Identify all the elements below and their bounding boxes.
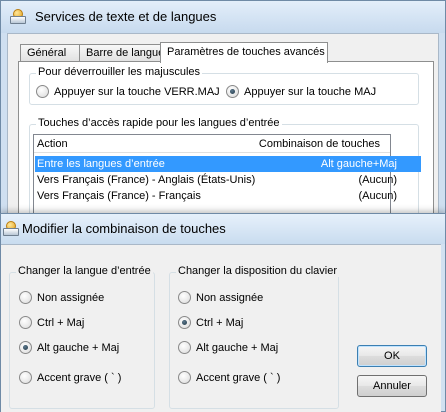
radio-lang-left-alt-shift[interactable]: Alt gauche + Maj <box>19 341 119 354</box>
radio-lang-grave-accent[interactable]: Accent grave ( ` ) <box>19 371 121 384</box>
caps-lock-group: Pour déverrouiller les majuscules Appuye… <box>29 66 419 105</box>
radio-layout-none[interactable]: Non assignée <box>178 291 263 304</box>
radio-selected-icon <box>226 85 239 98</box>
radio-label: Ctrl + Maj <box>37 316 85 329</box>
keyboard-layout-group: Changer la disposition du clavier Non as… <box>169 265 339 409</box>
title-bar[interactable]: Services de texte et de langues <box>1 1 445 33</box>
tab-language-bar[interactable]: Barre de langue <box>79 44 164 62</box>
input-language-group: Changer la langue d’entrée Non assignée … <box>9 265 155 409</box>
radio-layout-ctrl-shift[interactable]: Ctrl + Maj <box>178 316 243 329</box>
radio-label: Alt gauche + Maj <box>37 341 120 354</box>
radio-unselected-icon <box>178 371 191 384</box>
window-body: Général Barre de langue Paramètres de to… <box>7 33 439 236</box>
list-header: Action Combinaison de touches <box>34 135 390 153</box>
row-action: Vers Français (France) - Anglais (États-… <box>37 174 256 186</box>
keyboard-globe-icon <box>2 221 20 237</box>
radio-unselected-icon <box>19 316 32 329</box>
dialog-title: Modifier la combinaison de touches <box>22 221 226 236</box>
radio-lang-ctrl-shift[interactable]: Ctrl + Maj <box>19 316 84 329</box>
radio-unselected-icon <box>178 291 191 304</box>
radio-label: Accent grave ( ` ) <box>37 371 122 384</box>
row-combo: (Aucun) <box>358 174 397 186</box>
table-row[interactable]: Entre les langues d’entrée Alt gauche+Ma… <box>35 156 421 172</box>
radio-label: Accent grave ( ` ) <box>196 371 281 384</box>
tab-advanced-key-settings[interactable]: Paramètres de touches avancés <box>160 42 328 63</box>
cancel-button[interactable]: Annuler <box>357 375 427 397</box>
radio-label: Alt gauche + Maj <box>196 341 279 354</box>
table-row[interactable]: Vers Français (France) - Français (Aucun… <box>35 188 421 204</box>
keyboard-layout-group-title: Changer la disposition du clavier <box>176 265 339 277</box>
radio-selected-icon <box>178 316 191 329</box>
radio-unselected-icon <box>19 291 32 304</box>
tab-general[interactable]: Général <box>20 44 80 62</box>
column-header-combo[interactable]: Combinaison de touches <box>259 138 380 150</box>
radio-label: Appuyer sur la touche MAJ <box>244 85 377 98</box>
keyboard-globe-icon <box>9 9 27 25</box>
table-row[interactable]: Vers Français (France) - Anglais (États-… <box>35 172 421 188</box>
ok-button[interactable]: OK <box>357 345 427 367</box>
radio-label: Non assignée <box>196 291 264 304</box>
radio-unselected-icon <box>19 371 32 384</box>
hotkeys-group-title: Touches d’accès rapide pour les langues … <box>36 117 282 129</box>
tab-panel: Pour déverrouiller les majuscules Appuye… <box>18 61 434 236</box>
window-title: Services de texte et de langues <box>35 9 217 24</box>
radio-layout-grave-accent[interactable]: Accent grave ( ` ) <box>178 371 280 384</box>
text-services-window: Services de texte et de langues Général … <box>0 0 446 236</box>
row-combo: Alt gauche+Maj <box>320 158 397 170</box>
radio-caps-lock-key[interactable]: Appuyer sur la touche VERR.MAJ <box>36 85 220 98</box>
dialog-title-bar[interactable]: Modifier la combinaison de touches <box>1 214 445 244</box>
caps-lock-group-title: Pour déverrouiller les majuscules <box>36 66 203 78</box>
row-action: Vers Français (France) - Français <box>37 190 201 202</box>
radio-unselected-icon <box>36 85 49 98</box>
row-combo: (Aucun) <box>358 190 397 202</box>
radio-lang-none[interactable]: Non assignée <box>19 291 104 304</box>
radio-label: Non assignée <box>37 291 105 304</box>
column-header-action[interactable]: Action <box>37 138 68 150</box>
radio-label: Ctrl + Maj <box>196 316 244 329</box>
row-action: Entre les langues d’entrée <box>37 158 165 170</box>
dialog-body: Changer la langue d’entrée Non assignée … <box>1 244 441 412</box>
change-key-sequence-dialog: Modifier la combinaison de touches Chang… <box>0 213 446 412</box>
radio-label: Appuyer sur la touche VERR.MAJ <box>54 85 220 98</box>
radio-layout-left-alt-shift[interactable]: Alt gauche + Maj <box>178 341 278 354</box>
radio-shift-key[interactable]: Appuyer sur la touche MAJ <box>226 85 376 98</box>
input-language-group-title: Changer la langue d’entrée <box>16 265 153 277</box>
radio-selected-icon <box>19 341 32 354</box>
radio-unselected-icon <box>178 341 191 354</box>
